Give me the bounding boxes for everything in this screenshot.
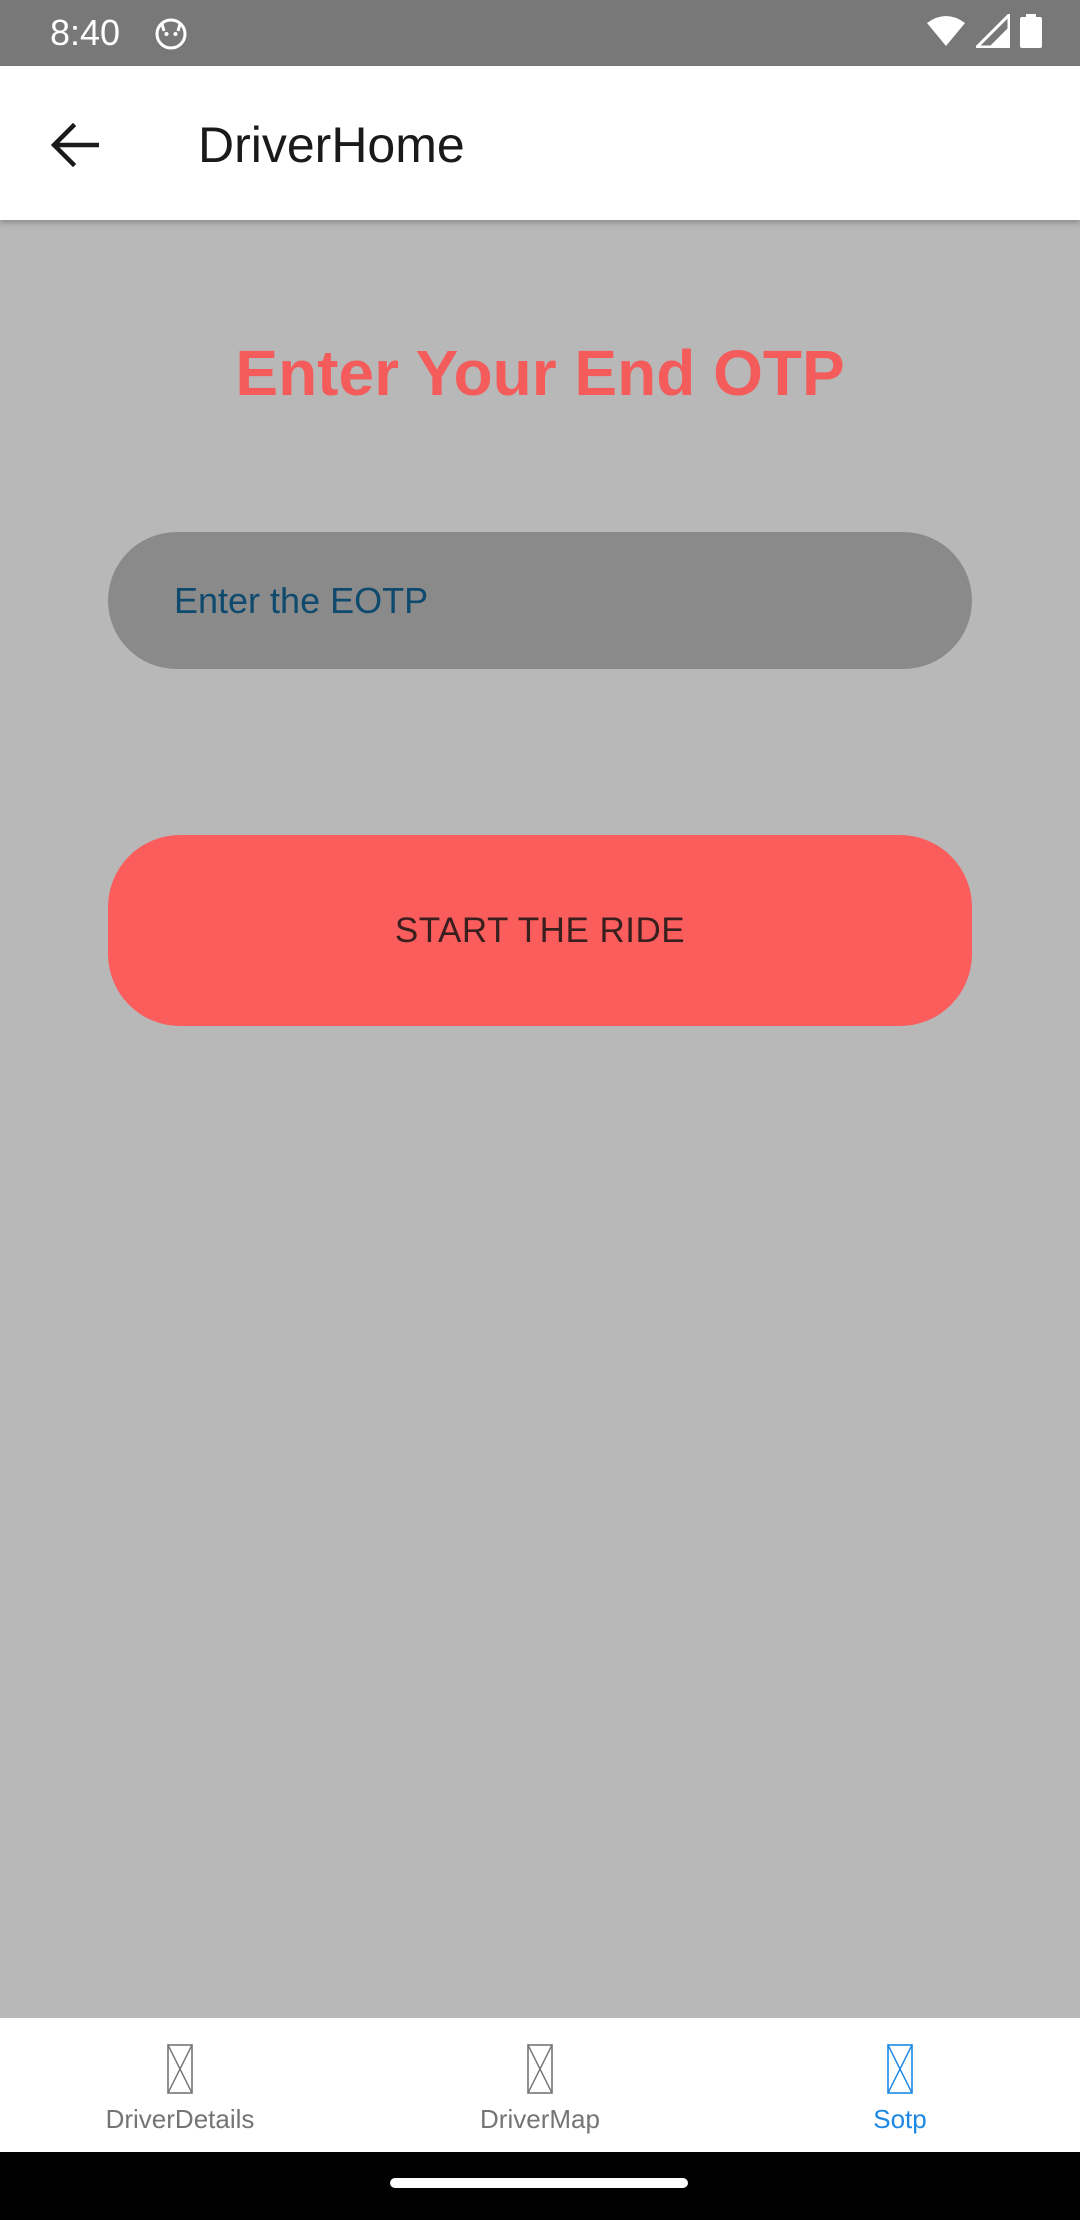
start-ride-button[interactable]: START THE RIDE xyxy=(108,835,972,1026)
status-time: 8:40 xyxy=(50,12,121,53)
cat-notification-icon xyxy=(155,18,187,50)
screen: 8:40 DriverHome Enter Your End OTP Enter… xyxy=(0,0,1080,2220)
eotp-input[interactable] xyxy=(108,532,972,669)
nav-item-sotp[interactable]: Sotp xyxy=(720,2018,1080,2152)
home-gesture-handle[interactable] xyxy=(390,2178,688,2188)
cell-signal-icon xyxy=(976,14,1010,48)
back-button[interactable] xyxy=(40,110,110,180)
gesture-bar xyxy=(0,2152,1080,2220)
placeholder-icon xyxy=(887,2044,913,2094)
otp-heading: Enter Your End OTP xyxy=(235,337,845,409)
nav-item-driver-map[interactable]: DriverMap xyxy=(360,2018,720,2152)
page-title: DriverHome xyxy=(198,117,465,173)
app-bar: DriverHome xyxy=(0,66,1080,220)
battery-icon xyxy=(1020,14,1042,48)
wifi-icon xyxy=(927,16,965,46)
bottom-navigation: DriverDetails DriverMap Sotp xyxy=(0,2018,1080,2152)
nav-label: DriverMap xyxy=(480,2104,600,2134)
arrow-left-icon xyxy=(51,123,99,167)
status-bar: 8:40 xyxy=(0,0,1080,66)
nav-item-driver-details[interactable]: DriverDetails xyxy=(0,2018,360,2152)
nav-label: DriverDetails xyxy=(105,2104,255,2134)
nav-label: Sotp xyxy=(873,2104,927,2134)
placeholder-icon xyxy=(167,2044,193,2094)
status-icons xyxy=(926,14,1042,48)
placeholder-icon xyxy=(527,2044,553,2094)
